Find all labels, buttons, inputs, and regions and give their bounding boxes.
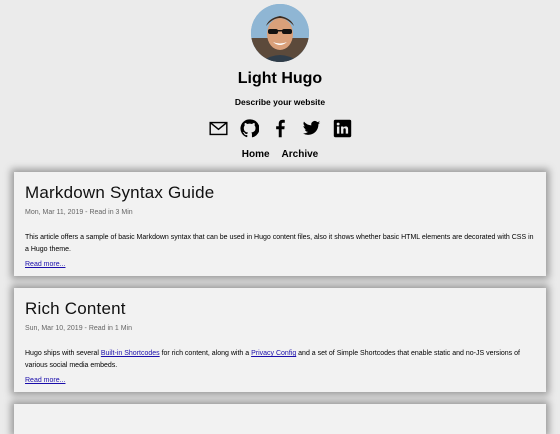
linkedin-icon xyxy=(333,119,351,138)
email-link[interactable] xyxy=(208,119,228,138)
github-link[interactable] xyxy=(239,119,259,138)
linkedin-link[interactable] xyxy=(333,119,352,138)
post-meta: Sun, Mar 10, 2019 - Read in 1 Min xyxy=(25,325,133,332)
post-summary: Hugo ships with several Built-in Shortco… xyxy=(25,348,537,371)
post-card: Rich Content Sun, Mar 10, 2019 - Read in… xyxy=(14,288,546,392)
read-more-link[interactable]: Read more... xyxy=(25,377,65,384)
privacy-config-link[interactable]: Privacy Config xyxy=(251,350,296,357)
twitter-icon xyxy=(302,120,320,135)
post-meta: Mon, Mar 11, 2019 - Read in 3 Min xyxy=(25,209,133,216)
envelope-icon xyxy=(208,121,228,136)
post-card: Markdown Syntax Guide Mon, Mar 11, 2019 … xyxy=(14,172,546,276)
site-title: Light Hugo xyxy=(237,70,323,87)
github-icon xyxy=(239,119,259,138)
facebook-link[interactable] xyxy=(271,119,290,138)
site-description: Describe your website xyxy=(234,97,326,107)
builtin-shortcodes-link[interactable]: Built-in Shortcodes xyxy=(101,350,160,357)
post-card xyxy=(14,404,546,434)
summary-text: for rich content, along with a xyxy=(159,350,252,357)
social-links xyxy=(0,119,560,139)
avatar-image xyxy=(251,4,309,62)
post-summary: This article offers a sample of basic Ma… xyxy=(25,234,534,253)
facebook-icon xyxy=(275,119,285,138)
twitter-link[interactable] xyxy=(302,119,321,138)
nav-archive[interactable]: Archive xyxy=(282,149,319,160)
main-nav: Home Archive xyxy=(0,149,560,160)
post-title[interactable]: Rich Content xyxy=(25,299,126,319)
avatar[interactable] xyxy=(251,4,309,62)
summary-text: Hugo ships with several xyxy=(25,350,101,357)
post-title[interactable]: Markdown Syntax Guide xyxy=(25,183,214,203)
nav-home[interactable]: Home xyxy=(242,149,270,160)
read-more-link[interactable]: Read more... xyxy=(25,261,65,268)
